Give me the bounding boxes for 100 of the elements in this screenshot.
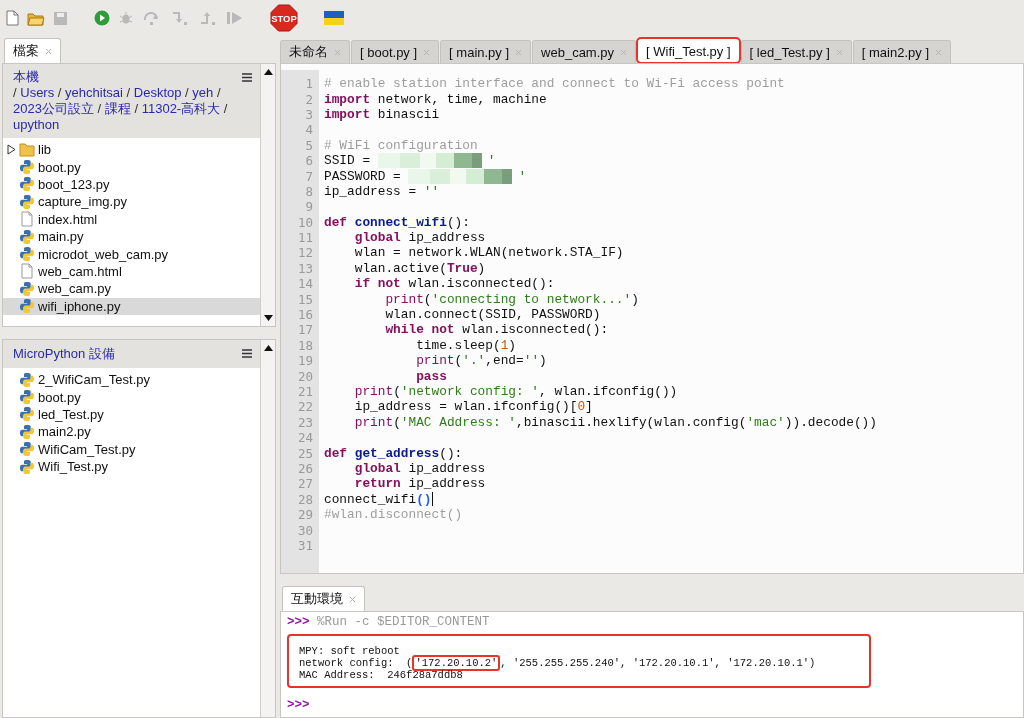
file-row[interactable]: Wifi_Test.py [3,457,260,476]
python-file-icon [19,371,35,388]
line-number: 23 [296,414,314,430]
line-number: 8 [304,183,314,199]
path-separator: / [57,85,62,100]
editor-tab[interactable]: [ main2.py ] [852,40,951,63]
code-text: SSID = [324,153,372,169]
file-row[interactable]: web_cam.html [3,262,260,281]
code-line: time.sleep(1) [415,337,516,353]
code-line: #wlan.disconnect() [323,507,463,523]
path-separator: / [185,85,189,100]
python-file-icon [19,193,35,210]
line-number: 15 [296,291,314,307]
shell-tab[interactable]: 互動環境 [282,586,365,611]
line-number: 21 [296,384,314,399]
line-number: 9 [304,199,314,215]
path-link[interactable]: Desktop [133,85,182,100]
close-icon[interactable] [515,48,523,56]
line-number: 1 [304,76,314,92]
path-link[interactable]: yeh [192,85,214,100]
code-text: ' [487,153,496,169]
code-line: print('MAC Address: ',binascii.hexlify(wlan.config('mac')).decode()) [353,414,877,430]
line-number: 4 [304,122,314,138]
code-line: import binascii [323,106,440,122]
code-text: connect_wifi() [324,491,432,507]
run-icon[interactable] [94,10,110,26]
editor-tab[interactable]: [ boot.py ] [351,40,440,63]
stop-sign-icon[interactable]: STOP [270,4,298,32]
close-icon[interactable] [835,48,843,56]
expand-arrow-icon[interactable] [7,144,16,156]
new-file-icon[interactable] [6,10,19,26]
code-line: def get_address(): [323,445,463,461]
shell-output-text: network config: ( [299,657,413,669]
files-tab[interactable]: 檔案 [4,38,61,63]
close-icon[interactable] [620,48,628,56]
file-row[interactable]: 2_WifiCam_Test.py [3,371,260,389]
line-number: 16 [296,307,314,323]
python-file-icon [19,389,35,406]
file-row[interactable]: main.py [3,227,260,246]
file-row[interactable]: capture_img.py [3,193,260,211]
editor-tab[interactable]: 未命名 [280,40,350,63]
file-row[interactable]: index.html [3,210,260,228]
shell-output-text: , '255.255.255.240', '172.20.10.1', '172.20.10.1') [500,657,816,669]
editor-tab[interactable]: web_cam.py [532,40,637,63]
line-number: 22 [296,399,314,415]
code-line: wlan = network.WLAN(network.STA_IF) [353,245,624,261]
path-link[interactable]: upython [13,117,60,132]
folder-icon[interactable] [27,10,45,26]
editor-tab[interactable]: [ main.py ] [440,40,532,63]
close-icon[interactable] [935,48,942,56]
menu-icon[interactable] [242,73,252,82]
line-number: 24 [296,430,314,446]
close-icon[interactable] [349,595,356,603]
path-link[interactable]: 課程 [104,101,131,116]
line-number: 10 [296,214,314,230]
file-row[interactable]: microdot_web_cam.py [3,245,260,263]
code-line: pass [415,368,447,384]
file-row[interactable]: led_Test.py [3,405,260,424]
line-number: 29 [296,507,314,523]
menu-icon[interactable] [242,349,252,358]
close-icon[interactable] [334,48,341,56]
scroll-down-icon[interactable] [263,315,273,321]
editor-tab[interactable]: [ led_Test.py ] [740,40,852,63]
python-file-icon [19,228,35,245]
scroll-up-icon[interactable] [263,69,273,75]
file-row[interactable]: web_cam.py [3,280,260,298]
file-row[interactable]: wifi_iphone.py [3,297,260,315]
path-link[interactable]: Users [20,85,55,100]
code-line: ip_address = wlan.ifconfig()[0] [353,399,593,415]
line-number: 28 [296,491,314,507]
close-icon[interactable] [45,47,52,55]
path-link[interactable]: 2023公司設立 [13,101,94,116]
line-number: 30 [296,522,314,538]
file-row[interactable]: boot_123.py [3,175,260,194]
path-link[interactable]: 11302-高科大 [141,101,221,116]
file-row[interactable]: WifiCam_Test.py [3,440,260,458]
line-number: 20 [296,368,314,384]
code-line: global ip_address [353,460,486,476]
folder-icon [19,142,35,158]
file-row[interactable]: lib [3,141,260,159]
python-file-icon [19,298,35,315]
file-row[interactable]: main2.py [3,423,260,441]
path-link[interactable]: yehchitsai [65,85,123,100]
scroll-up-icon[interactable] [263,345,273,351]
flag-icon[interactable] [324,11,344,25]
line-number: 12 [296,245,314,261]
path-separator: / [13,85,17,100]
shell-command: >>> %Run -c $EDITOR_CONTENT [287,615,491,629]
python-file-icon [19,159,35,176]
editor-tab[interactable]: [ Wifi_Test.py ] [637,38,740,63]
code-line: # WiFi configuration [323,137,478,153]
code-line: print('connecting to network...') [384,291,639,307]
file-row[interactable]: boot.py [3,158,260,176]
code-line: ip_address = '' [323,183,440,199]
python-file-icon [19,458,35,475]
path-separator: / [97,101,102,116]
shell-output-line: MAC Address: 246f28a7ddb8 [299,669,463,681]
file-row[interactable]: boot.py [3,388,260,406]
line-number: 2 [304,91,314,107]
close-icon[interactable] [423,48,431,56]
